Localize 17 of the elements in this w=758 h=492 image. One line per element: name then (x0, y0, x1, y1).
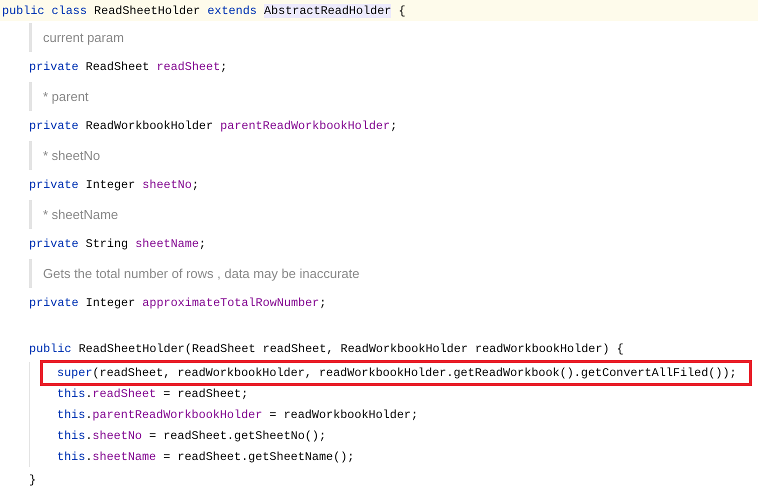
doc-comment: * sheetName (29, 200, 118, 229)
code-line: } (29, 473, 36, 487)
code-line: private Integer approximateTotalRowNumber; (29, 296, 326, 310)
doc-comment: * sheetNo (29, 141, 100, 170)
code-line: this.parentReadWorkbookHolder = readWorkbookHolder; (57, 408, 418, 422)
code-line: public class ReadSheetHolder extends AbstractReadHolder { (2, 4, 406, 18)
code-line: this.sheetName = readSheet.getSheetName(); (57, 450, 354, 464)
code-line: private ReadSheet readSheet; (29, 60, 228, 74)
doc-comment: Gets the total number of rows , data may be inaccurate (29, 259, 360, 288)
code-line: private ReadWorkbookHolder parentReadWorkbookHolder; (29, 119, 398, 133)
doc-comment: current param (29, 23, 124, 52)
code-line: private Integer sheetNo; (29, 178, 199, 192)
code-line: this.readSheet = readSheet; (57, 386, 248, 400)
code-line: this.sheetNo = readSheet.getSheetNo(); (57, 428, 326, 442)
code-line: private String sheetName; (29, 237, 206, 251)
doc-comment: * parent (29, 82, 89, 111)
code-line: public ReadSheetHolder(ReadSheet readSheet, ReadWorkbookHolder readWorkbookHolder) { (29, 342, 624, 356)
